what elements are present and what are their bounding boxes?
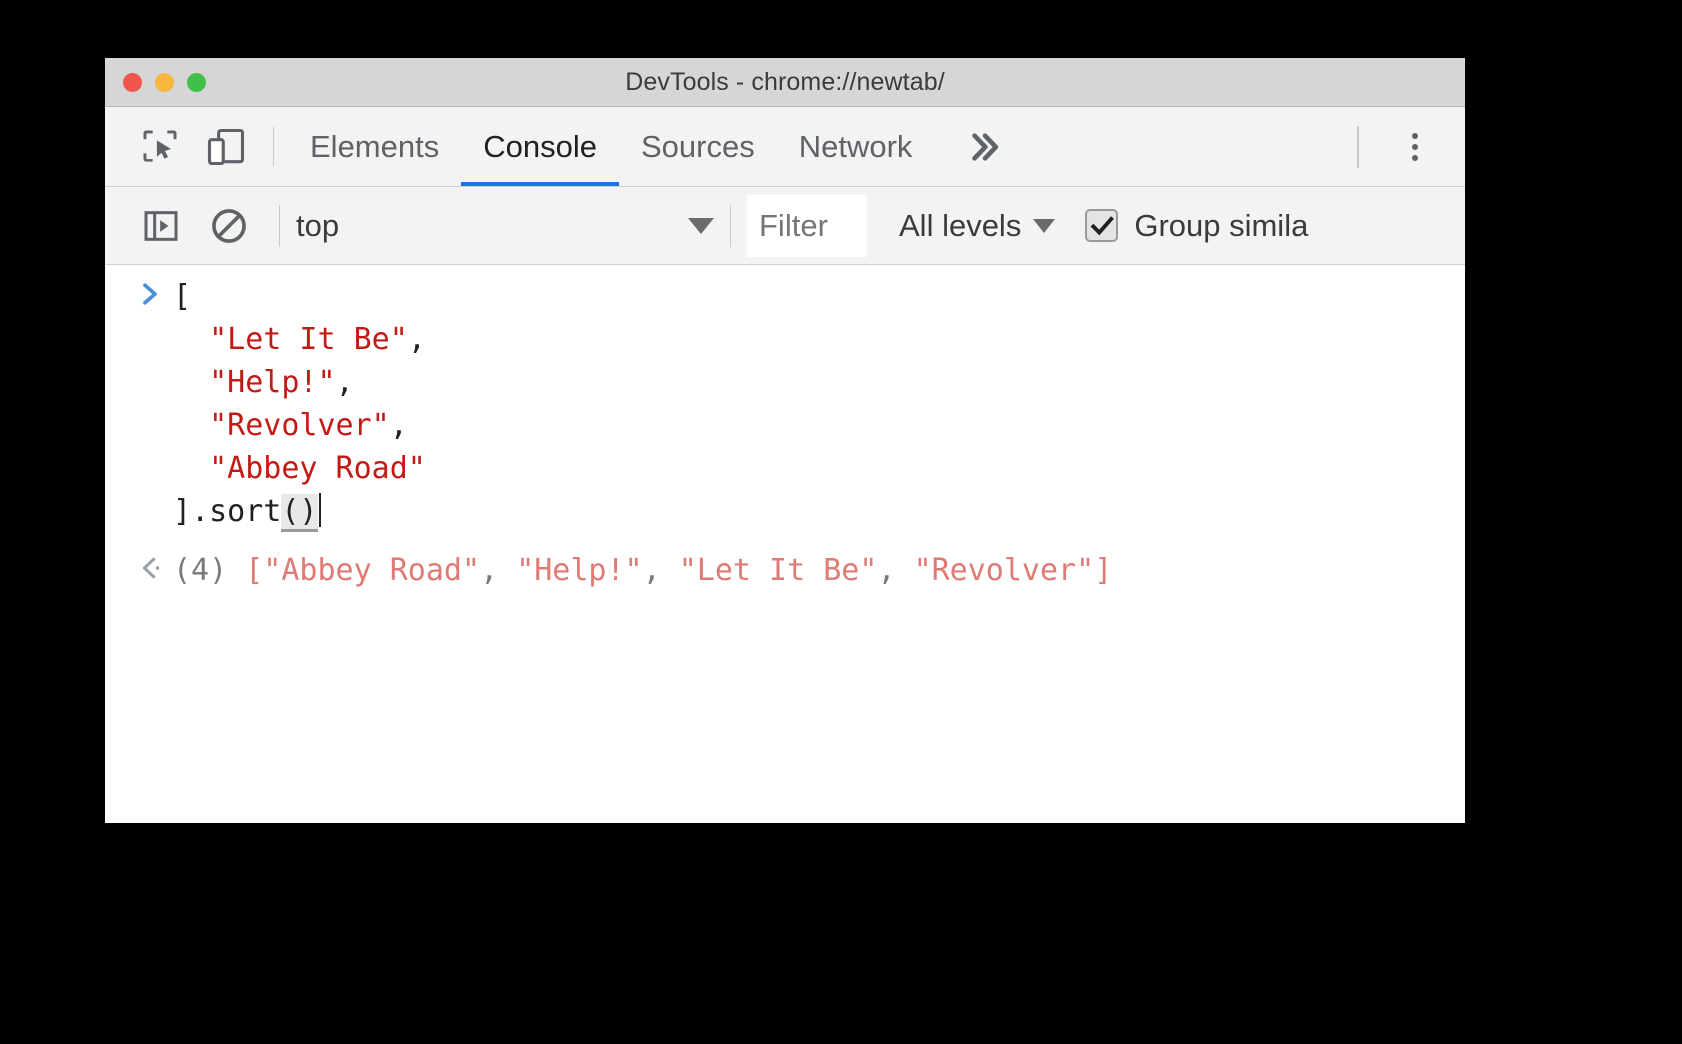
- console-result-row[interactable]: (4) ["Abbey Road", "Help!", "Let It Be",…: [105, 549, 1465, 592]
- result-arrow-icon: [127, 549, 173, 583]
- code-string-2: "Revolver": [209, 408, 390, 443]
- prompt-arrow-icon: [127, 275, 173, 309]
- tab-console-label: Console: [483, 129, 597, 165]
- log-levels-label: All levels: [899, 208, 1021, 244]
- group-similar-label: Group simila: [1134, 208, 1308, 244]
- inspect-element-icon[interactable]: [127, 107, 193, 186]
- text-cursor: [319, 493, 321, 527]
- execution-context-selector[interactable]: top: [296, 208, 714, 244]
- result-count: (4): [173, 553, 227, 588]
- tab-network-label: Network: [799, 129, 913, 165]
- result-string-2: "Let It Be": [679, 553, 878, 588]
- kebab-menu-icon[interactable]: [1387, 133, 1443, 161]
- result-string-3: "Revolver": [914, 553, 1095, 588]
- code-string-3: "Abbey Road": [209, 451, 426, 486]
- group-similar-toggle[interactable]: Group simila: [1085, 208, 1308, 244]
- device-toolbar-icon[interactable]: [193, 107, 259, 186]
- chevron-down-icon: [688, 218, 714, 234]
- tab-elements-label: Elements: [310, 129, 439, 165]
- clear-console-icon[interactable]: [195, 187, 263, 265]
- result-string-1: "Help!": [516, 553, 642, 588]
- toolbar-divider: [273, 127, 274, 166]
- traffic-lights: [123, 58, 206, 106]
- maximize-button[interactable]: [187, 73, 206, 92]
- tab-bar-divider: [1357, 126, 1359, 168]
- devtools-tab-bar: Elements Console Sources Network: [105, 107, 1465, 187]
- execution-context-label: top: [296, 208, 339, 244]
- close-button[interactable]: [123, 73, 142, 92]
- result-sep-2: ,: [877, 553, 913, 588]
- tab-sources-label: Sources: [641, 129, 755, 165]
- result-open-bracket: [: [245, 553, 263, 588]
- code-open-bracket: [: [173, 279, 191, 314]
- minimize-button[interactable]: [155, 73, 174, 92]
- result-close-bracket: ]: [1094, 553, 1112, 588]
- code-string-1: "Help!": [209, 365, 335, 400]
- log-levels-dropdown[interactable]: All levels: [899, 208, 1055, 244]
- chevron-down-icon: [1033, 219, 1055, 233]
- result-string-0: "Abbey Road": [263, 553, 480, 588]
- result-sep-0: ,: [480, 553, 516, 588]
- group-similar-checkbox[interactable]: [1085, 209, 1118, 242]
- tab-bar-right: [1347, 107, 1465, 186]
- console-toolbar: top All levels Group simila: [105, 187, 1465, 265]
- console-input-code[interactable]: [ "Let It Be", "Help!", "Revolver", "Abb…: [173, 275, 426, 533]
- tab-network[interactable]: Network: [777, 107, 935, 186]
- console-toolbar-divider: [279, 205, 280, 247]
- code-method: .sort: [191, 494, 281, 529]
- tab-elements[interactable]: Elements: [288, 107, 461, 186]
- tab-sources[interactable]: Sources: [619, 107, 777, 186]
- result-sep-1: ,: [643, 553, 679, 588]
- filter-divider: [730, 205, 731, 247]
- code-string-0: "Let It Be": [209, 322, 408, 357]
- window-title: DevTools - chrome://newtab/: [625, 68, 945, 97]
- console-result-value: (4) ["Abbey Road", "Help!", "Let It Be",…: [173, 549, 1112, 592]
- tab-console[interactable]: Console: [461, 107, 619, 186]
- console-sidebar-icon[interactable]: [127, 187, 195, 265]
- screen-root: DevTools - chrome://newtab/ Ele: [0, 0, 1682, 1044]
- code-close-bracket: ]: [173, 494, 191, 529]
- filter-input[interactable]: [747, 195, 867, 257]
- more-tabs-icon[interactable]: [934, 107, 1036, 186]
- console-input-row[interactable]: [ "Let It Be", "Help!", "Revolver", "Abb…: [105, 275, 1465, 533]
- devtools-window: DevTools - chrome://newtab/ Ele: [105, 58, 1465, 823]
- code-highlighted-parens: (): [281, 494, 317, 532]
- console-message-area[interactable]: [ "Let It Be", "Help!", "Revolver", "Abb…: [105, 265, 1465, 823]
- title-bar: DevTools - chrome://newtab/: [105, 58, 1465, 107]
